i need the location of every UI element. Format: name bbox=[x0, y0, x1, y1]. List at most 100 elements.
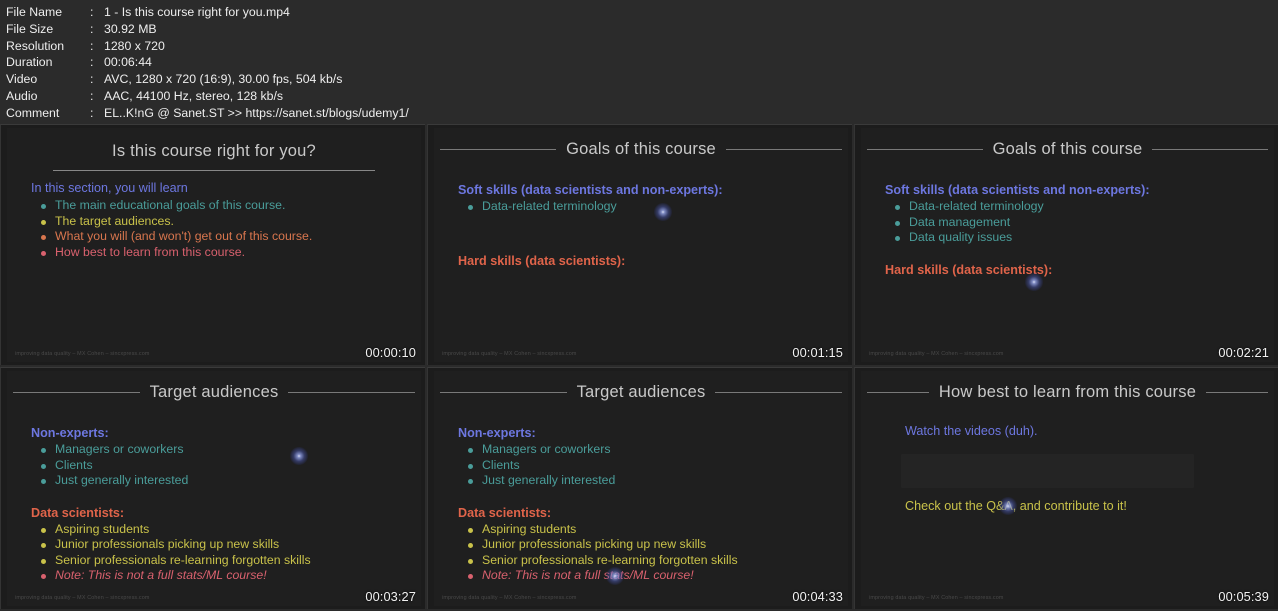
slide-title: Goals of this course bbox=[566, 140, 716, 158]
bullet-list-soft-skills: Data-related terminology Data management… bbox=[885, 199, 1256, 246]
title-rule-left bbox=[440, 392, 567, 393]
bullet-item: Aspiring students bbox=[458, 522, 830, 538]
metadata-colon: : bbox=[90, 5, 94, 19]
metadata-value: AAC, 44100 Hz, stereo, 128 kb/s bbox=[104, 88, 284, 103]
bullet-item: Data quality issues bbox=[885, 230, 1256, 246]
bullet-list-soft-skills: Data-related terminology bbox=[458, 199, 830, 215]
slide-canvas: Is this course right for you? In this se… bbox=[7, 128, 421, 362]
bullet-item: Junior professionals picking up new skil… bbox=[458, 537, 830, 553]
slide-title: Goals of this course bbox=[992, 140, 1143, 158]
metadata-row-file-size: File Size : 30.92 MB bbox=[6, 21, 1278, 38]
bullet-list: The main educational goals of this cours… bbox=[31, 198, 403, 260]
bullet-item: The target audiences. bbox=[31, 214, 403, 230]
slide-canvas: Target audiences Non-experts: Managers o… bbox=[434, 371, 848, 606]
title-rule-left bbox=[867, 392, 929, 393]
metadata-row-video: Video : AVC, 1280 x 720 (16:9), 30.00 fp… bbox=[6, 71, 1278, 88]
slide-watermark: improving data quality – MX Cohen – sinc… bbox=[869, 351, 1004, 357]
slide-canvas: How best to learn from this course Watch… bbox=[861, 371, 1274, 606]
thumbnail-3[interactable]: Goals of this course Soft skills (data s… bbox=[854, 124, 1278, 365]
placeholder-box bbox=[901, 454, 1194, 488]
bullet-item: Junior professionals picking up new skil… bbox=[31, 537, 403, 553]
timestamp-label: 00:02:21 bbox=[1218, 345, 1269, 360]
timestamp-label: 00:00:10 bbox=[365, 345, 416, 360]
section-heading-data-scientists: Data scientists: bbox=[31, 505, 125, 520]
title-rule-right bbox=[1152, 149, 1269, 150]
metadata-colon: : bbox=[90, 21, 94, 36]
slide-body: Non-experts: Managers or coworkers Clien… bbox=[7, 423, 421, 582]
metadata-label: Resolution bbox=[6, 38, 65, 53]
section-heading-hard-skills: Hard skills (data scientists): bbox=[458, 253, 626, 268]
slide-title: Is this course right for you? bbox=[112, 142, 316, 160]
video-thumbnail-grid: Is this course right for you? In this se… bbox=[0, 124, 1278, 611]
timestamp-label: 00:04:33 bbox=[792, 589, 843, 604]
slide-intro-text: In this section, you will learn bbox=[31, 181, 188, 195]
bullet-item: Clients bbox=[31, 458, 403, 474]
metadata-value: AVC, 1280 x 720 (16:9), 30.00 fps, 504 k… bbox=[104, 72, 343, 87]
section-heading-hard-skills: Hard skills (data scientists): bbox=[885, 262, 1053, 277]
metadata-label: File Name bbox=[6, 5, 63, 19]
title-rule-right bbox=[288, 392, 415, 393]
title-rule-left bbox=[867, 149, 983, 150]
slide-title-row: Goals of this course bbox=[861, 140, 1274, 159]
title-rule-left bbox=[13, 392, 140, 393]
bullet-item: The main educational goals of this cours… bbox=[31, 198, 403, 214]
slide-title-row: Goals of this course bbox=[434, 140, 848, 159]
bullet-item: Data-related terminology bbox=[885, 199, 1256, 215]
thumbnail-5[interactable]: Target audiences Non-experts: Managers o… bbox=[427, 367, 852, 609]
metadata-label: File Size bbox=[6, 21, 54, 36]
bullet-item: Data-related terminology bbox=[458, 199, 830, 215]
metadata-colon: : bbox=[90, 88, 94, 103]
slide-canvas: Goals of this course Soft skills (data s… bbox=[861, 128, 1274, 362]
bullet-item: Data management bbox=[885, 215, 1256, 231]
slide-body: Non-experts: Managers or coworkers Clien… bbox=[434, 423, 848, 582]
metadata-label: Audio bbox=[6, 88, 38, 103]
bullet-item: Senior professionals re-learning forgott… bbox=[458, 553, 830, 569]
thumbnail-6[interactable]: How best to learn from this course Watch… bbox=[854, 367, 1278, 609]
bullet-item: Managers or coworkers bbox=[458, 442, 830, 458]
section-heading-non-experts: Non-experts: bbox=[458, 426, 536, 440]
metadata-colon: : bbox=[90, 105, 94, 120]
bullet-list-non-experts: Managers or coworkers Clients Just gener… bbox=[458, 442, 830, 489]
slide-title-row: Target audiences bbox=[434, 383, 848, 402]
metadata-value: 30.92 MB bbox=[104, 21, 157, 36]
timestamp-label: 00:05:39 bbox=[1218, 589, 1269, 604]
section-heading-non-experts: Non-experts: bbox=[31, 426, 109, 440]
slide-title-row: How best to learn from this course bbox=[861, 383, 1274, 402]
title-rule-left bbox=[440, 149, 557, 150]
slide-watermark: improving data quality – MX Cohen – sinc… bbox=[15, 595, 150, 601]
metadata-label: Video bbox=[6, 72, 38, 87]
slide-title: Target audiences bbox=[576, 383, 706, 401]
slide-body: Watch the videos (duh). Check out the Q&… bbox=[861, 423, 1274, 580]
title-rule-right bbox=[1206, 392, 1268, 393]
slide-title-row: Is this course right for you? bbox=[7, 142, 421, 161]
metadata-label: Duration bbox=[6, 55, 53, 70]
thumbnail-4[interactable]: Target audiences Non-experts: Managers o… bbox=[0, 367, 425, 609]
timestamp-label: 00:03:27 bbox=[365, 589, 416, 604]
slide-watermark: improving data quality – MX Cohen – sinc… bbox=[442, 351, 577, 357]
metadata-colon: : bbox=[90, 72, 94, 87]
slide-watermark: improving data quality – MX Cohen – sinc… bbox=[442, 595, 577, 601]
thumbnail-1[interactable]: Is this course right for you? In this se… bbox=[0, 124, 425, 365]
metadata-colon: : bbox=[90, 55, 94, 70]
thumbnail-2[interactable]: Goals of this course Soft skills (data s… bbox=[427, 124, 852, 365]
slide-canvas: Target audiences Non-experts: Managers o… bbox=[7, 371, 421, 606]
metadata-value: 00:06:44 bbox=[104, 55, 152, 70]
slide-line-watch-videos: Watch the videos (duh). bbox=[905, 424, 1038, 438]
metadata-row-file-name: File Name : 1 - Is this course right for… bbox=[6, 4, 1278, 21]
bullet-item: Just generally interested bbox=[458, 473, 830, 489]
metadata-value: EL..K!nG @ Sanet.ST >> https://sanet.st/… bbox=[104, 105, 409, 120]
section-heading-soft-skills: Soft skills (data scientists and non-exp… bbox=[458, 183, 723, 197]
slide-canvas: Goals of this course Soft skills (data s… bbox=[434, 128, 848, 362]
slide-watermark: improving data quality – MX Cohen – sinc… bbox=[869, 595, 1004, 601]
metadata-row-comment: Comment : EL..K!nG @ Sanet.ST >> https:/… bbox=[6, 105, 1278, 122]
title-underline bbox=[53, 170, 375, 171]
metadata-label: Comment bbox=[6, 105, 60, 120]
section-heading-data-scientists: Data scientists: bbox=[458, 505, 552, 520]
bullet-list-data-scientists: Aspiring students Junior professionals p… bbox=[31, 522, 403, 584]
bullet-item-note: Note: This is not a full stats/ML course… bbox=[31, 568, 403, 584]
slide-body: Soft skills (data scientists and non-exp… bbox=[861, 180, 1274, 336]
